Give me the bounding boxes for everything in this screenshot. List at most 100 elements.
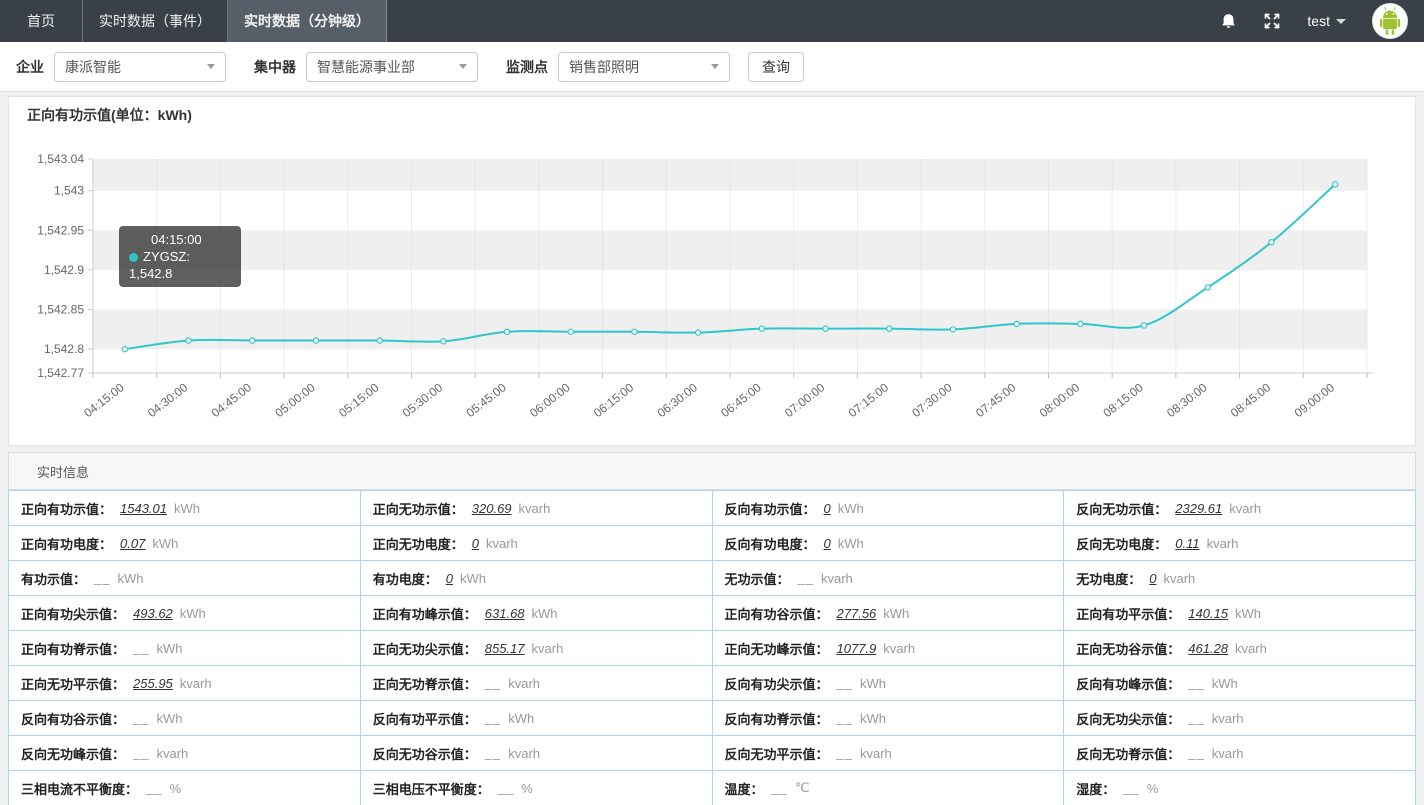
metric-value: __ xyxy=(1123,781,1139,796)
metric-value: __ xyxy=(1188,676,1204,691)
metric-label: 反向有功平示值： xyxy=(373,709,477,728)
metric-label: 反向无功脊示值： xyxy=(1076,744,1180,763)
metric-value: __ xyxy=(772,781,788,796)
metric-value[interactable]: 0 xyxy=(824,501,831,516)
svg-text:08:45:00: 08:45:00 xyxy=(1228,380,1274,420)
metric-value[interactable]: 0 xyxy=(1149,571,1156,586)
enterprise-label: 企业 xyxy=(16,57,44,77)
tab-realtime-minute[interactable]: 实时数据（分钟级） xyxy=(228,0,387,42)
metric-value[interactable]: 277.56 xyxy=(837,606,877,621)
concentrator-select[interactable]: 智慧能源事业部 xyxy=(306,52,478,82)
svg-text:08:00:00: 08:00:00 xyxy=(1037,380,1083,420)
metric-label: 正向无功谷示值： xyxy=(1076,639,1180,658)
top-navbar: 首页 实时数据（事件） 实时数据（分钟级） test xyxy=(0,0,1424,42)
metric-value: __ xyxy=(133,746,149,761)
realtime-cell: 反向有功平示值： __ kWh xyxy=(361,701,713,736)
svg-text:09:00:00: 09:00:00 xyxy=(1292,380,1338,420)
svg-text:06:15:00: 06:15:00 xyxy=(591,380,637,420)
username: test xyxy=(1307,13,1330,29)
user-dropdown[interactable]: test xyxy=(1307,13,1346,29)
realtime-cell: 正向无功尖示值： 855.17 kvarh xyxy=(361,631,713,666)
metric-value: __ xyxy=(1188,746,1204,761)
metric-value[interactable]: 0 xyxy=(824,536,831,551)
fullscreen-icon[interactable] xyxy=(1263,12,1281,30)
metric-unit: kWh xyxy=(838,501,864,516)
metric-value[interactable]: 1543.01 xyxy=(120,501,167,516)
metric-unit: kWh xyxy=(508,711,534,726)
metric-label: 正向有功电度： xyxy=(21,534,112,553)
metric-unit: kvarh xyxy=(532,641,564,656)
realtime-cell: 反向无功示值：2329.61kvarh xyxy=(1064,491,1416,526)
metric-value[interactable]: 0.07 xyxy=(120,536,145,551)
android-icon xyxy=(1373,4,1407,38)
bell-icon[interactable] xyxy=(1219,12,1237,30)
metric-value[interactable]: 855.17 xyxy=(485,641,525,656)
metric-value[interactable]: 140.15 xyxy=(1188,606,1228,621)
realtime-cell: 反向有功脊示值：__kWh xyxy=(713,701,1065,736)
realtime-cell: 反向有功谷示值：__kWh xyxy=(9,701,361,736)
realtime-cell: 温度：__℃ xyxy=(713,771,1065,805)
realtime-cell: 有功电度：0kWh xyxy=(361,561,713,596)
svg-text:05:30:00: 05:30:00 xyxy=(400,380,446,420)
realtime-cell: 反向无功峰示值：__kvarh xyxy=(9,736,361,771)
realtime-cell: 正向有功峰示值：631.68kWh xyxy=(361,596,713,631)
metric-label: 正向无功尖示值： xyxy=(373,639,477,658)
realtime-cell: 有功示值：__kWh xyxy=(9,561,361,596)
metric-label: 反向无功尖示值： xyxy=(1076,709,1180,728)
svg-text:1,543.04: 1,543.04 xyxy=(37,152,84,166)
svg-text:07:00:00: 07:00:00 xyxy=(782,380,828,420)
metric-value[interactable]: 0 xyxy=(446,571,453,586)
realtime-cell: 正向有功电度：0.07kWh xyxy=(9,526,361,561)
metric-value[interactable]: 461.28 xyxy=(1188,641,1228,656)
enterprise-select[interactable]: 康派智能 xyxy=(54,52,226,82)
realtime-cell: 湿度：__% xyxy=(1064,771,1416,805)
metric-label: 正向有功平示值： xyxy=(1076,604,1180,623)
realtime-cell: 正向无功平示值：255.95kvarh xyxy=(9,666,361,701)
svg-text:1,543: 1,543 xyxy=(54,184,84,198)
metric-unit: kvarh xyxy=(180,676,212,691)
monitor-point-select[interactable]: 销售部照明 xyxy=(558,52,730,82)
query-button[interactable]: 查询 xyxy=(748,52,804,82)
svg-text:07:45:00: 07:45:00 xyxy=(973,380,1019,420)
filter-bar: 企业 康派智能 集中器 智慧能源事业部 监测点 销售部照明 查询 xyxy=(0,42,1424,92)
metric-label: 反向有功脊示值： xyxy=(725,709,829,728)
metric-unit: kWh xyxy=(156,711,182,726)
metric-value: __ xyxy=(485,676,501,691)
metric-label: 无功示值： xyxy=(725,569,790,588)
metric-label: 反向有功谷示值： xyxy=(21,709,125,728)
metric-unit: kvarh xyxy=(1212,746,1244,761)
metric-value: __ xyxy=(498,781,514,796)
metric-unit: kvarh xyxy=(821,571,853,586)
realtime-cell: 正向无功峰示值：1077.9kvarh xyxy=(713,631,1065,666)
monitor-point-label: 监测点 xyxy=(506,57,548,77)
svg-text:1,542.77: 1,542.77 xyxy=(37,366,84,380)
metric-value[interactable]: 631.68 xyxy=(485,606,525,621)
metric-label: 正向有功峰示值： xyxy=(373,604,477,623)
metric-unit: kWh xyxy=(460,571,486,586)
realtime-cell: 正向无功谷示值：461.28kvarh xyxy=(1064,631,1416,666)
metric-value: __ xyxy=(94,571,110,586)
metric-value[interactable]: 0 xyxy=(472,536,479,551)
avatar[interactable] xyxy=(1372,3,1408,39)
metric-unit: kWh xyxy=(1235,606,1261,621)
metric-label: 正向有功谷示值： xyxy=(725,604,829,623)
metric-value: __ xyxy=(837,746,853,761)
metric-value[interactable]: 2329.61 xyxy=(1175,501,1222,516)
tab-home[interactable]: 首页 xyxy=(0,0,83,42)
metric-unit: kvarh xyxy=(486,536,518,551)
tab-realtime-event[interactable]: 实时数据（事件） xyxy=(83,0,228,42)
svg-text:07:30:00: 07:30:00 xyxy=(909,380,955,420)
metric-value: __ xyxy=(485,711,501,726)
metric-label: 正向有功示值： xyxy=(21,499,112,518)
metric-value[interactable]: 320.69 xyxy=(472,501,512,516)
metric-value[interactable]: 493.62 xyxy=(133,606,173,621)
line-chart[interactable]: 1,543.041,5431,542.951,542.91,542.851,54… xyxy=(9,97,1415,444)
metric-value[interactable]: 1077.9 xyxy=(837,641,877,656)
realtime-cell: 正向无功电度：0kvarh xyxy=(361,526,713,561)
metric-value[interactable]: 0.11 xyxy=(1175,536,1199,551)
metric-value[interactable]: 255.95 xyxy=(133,676,173,691)
realtime-cell: 正向有功示值：1543.01kWh xyxy=(9,491,361,526)
metric-unit: kvarh xyxy=(1229,501,1261,516)
realtime-cell: 正向有功谷示值：277.56kWh xyxy=(713,596,1065,631)
svg-text:1,542.8: 1,542.8 xyxy=(44,342,84,356)
